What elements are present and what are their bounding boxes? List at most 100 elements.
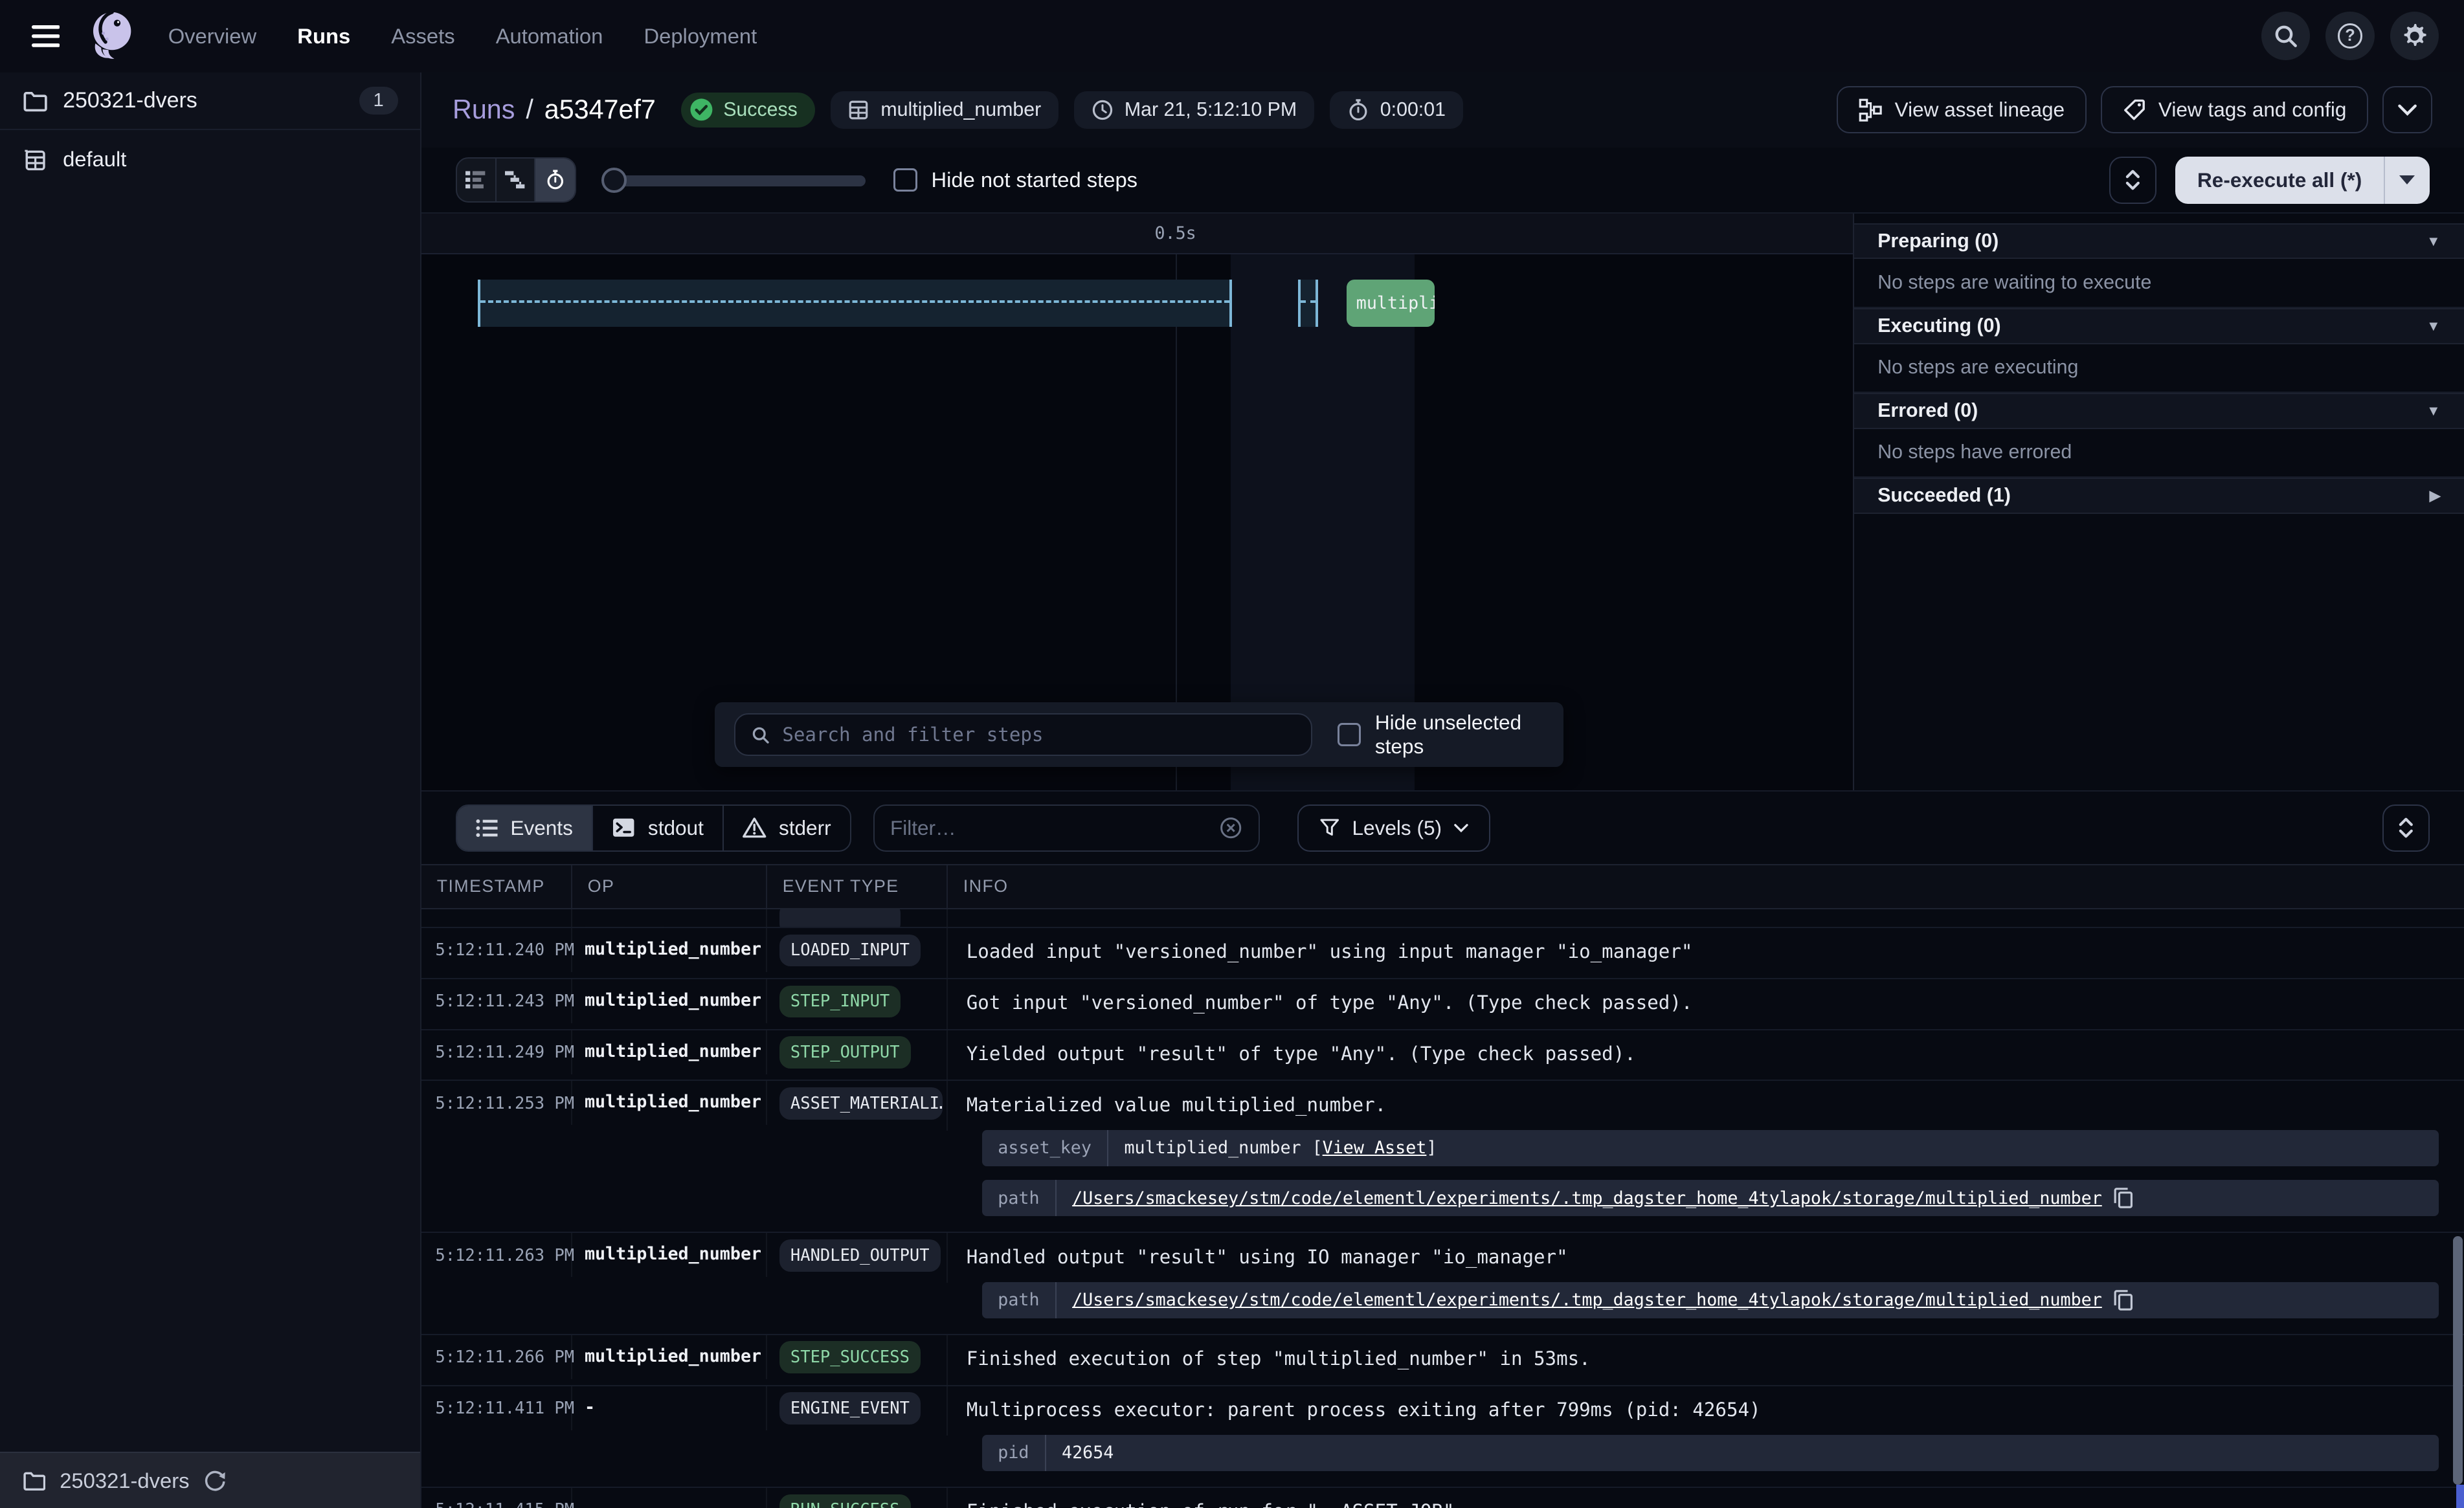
- tab-events[interactable]: Events: [457, 806, 593, 850]
- event-type-badge: STEP_SUCCESS: [779, 1341, 921, 1373]
- status-section-header[interactable]: Preparing (0)▼: [1854, 223, 2464, 260]
- log-row[interactable]: 5:12:11.240 PMmultiplied_numberLOADED_IN…: [421, 928, 2464, 979]
- event-timestamp: 5:12:11.415 PM: [421, 1488, 572, 1508]
- flat-view-icon[interactable]: [457, 159, 497, 201]
- sidebar-footer-reload[interactable]: 250321-dvers: [0, 1452, 420, 1508]
- status-section-message: No steps are waiting to execute: [1854, 259, 2464, 307]
- asset-table-icon: [847, 99, 869, 121]
- event-type-badge: ASSET_MATERIALI…: [779, 1087, 943, 1119]
- tab-stdout[interactable]: stdout: [593, 806, 724, 850]
- view-asset-lineage-button[interactable]: View asset lineage: [1837, 86, 2086, 133]
- expand-gantt-button[interactable]: [2109, 157, 2156, 204]
- event-op: multiplied_number: [572, 979, 767, 1023]
- nav-item-runs[interactable]: Runs: [297, 24, 350, 49]
- status-section-header[interactable]: Executing (0)▼: [1854, 308, 2464, 344]
- log-rows: 5:12:11.240 PMmultiplied_numberLOADED_IN…: [421, 909, 2464, 1508]
- event-metadata-path: path/Users/smackesey/stm/code/elementl/e…: [982, 1180, 2439, 1216]
- gear-icon[interactable]: [2390, 12, 2439, 60]
- breadcrumb-runs-link[interactable]: Runs: [453, 94, 515, 125]
- log-row[interactable]: 5:12:11.266 PMmultiplied_numberSTEP_SUCC…: [421, 1335, 2464, 1386]
- gantt-zoom-slider[interactable]: [605, 166, 866, 194]
- run-id: a5347ef7: [544, 94, 656, 125]
- waterfall-view-icon[interactable]: [497, 159, 536, 201]
- caret-down-icon: ▼: [2426, 233, 2441, 250]
- event-metadata-asset_key: asset_keymultiplied_number[View Asset]: [982, 1130, 2439, 1166]
- clear-filter-icon[interactable]: [1219, 816, 1242, 839]
- nav-item-deployment[interactable]: Deployment: [644, 24, 757, 49]
- event-info: Loaded input "versioned_number" using in…: [948, 928, 2464, 973]
- event-message: Materialized value multiplied_number.: [967, 1094, 2442, 1116]
- levels-dropdown[interactable]: Levels (5): [1297, 804, 1490, 852]
- menu-icon[interactable]: [25, 16, 66, 56]
- chevron-down-icon: [1454, 823, 1468, 833]
- refresh-icon[interactable]: [203, 1469, 227, 1492]
- log-row[interactable]: 5:12:11.253 PMmultiplied_numberASSET_MAT…: [421, 1081, 2464, 1233]
- reexecute-all-button[interactable]: Re-execute all (*): [2175, 157, 2384, 204]
- log-row[interactable]: 5:12:11.249 PMmultiplied_numberSTEP_OUTP…: [421, 1030, 2464, 1081]
- step-search-field[interactable]: [734, 713, 1312, 756]
- event-timestamp: 5:12:11.240 PM: [421, 928, 572, 972]
- hide-unselected-checkbox[interactable]: Hide unselected steps: [1338, 711, 1545, 759]
- dagster-logo-icon[interactable]: [82, 7, 140, 65]
- log-row[interactable]: 5:12:11.415 PM-RUN_SUCCESSFinished execu…: [421, 1488, 2464, 1508]
- expand-logs-button[interactable]: [2382, 804, 2430, 852]
- caret-down-icon: ▼: [2426, 318, 2441, 335]
- run-actions-menu-button[interactable]: [2382, 86, 2433, 133]
- event-op: multiplied_number: [572, 1081, 767, 1125]
- step-search-input[interactable]: [782, 724, 1295, 746]
- status-section-header[interactable]: Errored (0)▼: [1854, 393, 2464, 429]
- col-op: OP: [572, 865, 767, 908]
- reexecute-menu-button[interactable]: [2384, 157, 2429, 204]
- path-link[interactable]: /Users/smackesey/stm/code/elementl/exper…: [1072, 1188, 2102, 1208]
- gantt-toolbar: Hide not started steps Re-execute all (*…: [421, 148, 2464, 214]
- nav-item-overview[interactable]: Overview: [168, 24, 257, 49]
- log-tabs: Eventsstdoutstderr: [456, 804, 851, 852]
- funnel-icon: [1319, 817, 1340, 838]
- asset-tag-chip[interactable]: multiplied_number: [831, 91, 1058, 129]
- event-timestamp: 5:12:11.249 PM: [421, 1030, 572, 1074]
- breadcrumb: Runs / a5347ef7: [453, 94, 656, 125]
- help-icon[interactable]: ?: [2325, 12, 2374, 60]
- status-section-header[interactable]: Succeeded (1)▶: [1854, 478, 2464, 514]
- view-tags-and-config-button[interactable]: View tags and config: [2101, 86, 2368, 133]
- asset-group-icon: [22, 147, 47, 172]
- folder-icon: [22, 88, 47, 113]
- nav-item-automation[interactable]: Automation: [496, 24, 603, 49]
- path-link[interactable]: /Users/smackesey/stm/code/elementl/exper…: [1072, 1290, 2102, 1310]
- log-row[interactable]: 5:12:11.411 PM-ENGINE_EVENTMultiprocess …: [421, 1386, 2464, 1488]
- copy-icon[interactable]: [2113, 1187, 2134, 1209]
- sidebar-item-repo[interactable]: 250321-dvers 1: [0, 72, 420, 131]
- log-table-header: TIMESTAMP OP EVENT TYPE INFO: [421, 865, 2464, 909]
- sidebar-item-asset-group[interactable]: default: [0, 130, 420, 188]
- view-asset-link[interactable]: View Asset: [1323, 1138, 1427, 1158]
- col-info: INFO: [948, 865, 2464, 908]
- copy-icon[interactable]: [2113, 1289, 2134, 1311]
- log-row[interactable]: 5:12:11.243 PMmultiplied_numberSTEP_INPU…: [421, 979, 2464, 1030]
- topnav-links: Overview Runs Assets Automation Deployment: [168, 24, 798, 49]
- event-type-badge: ENGINE_EVENT: [779, 1392, 921, 1424]
- search-icon: [751, 726, 770, 744]
- start-time-chip: Mar 21, 5:12:10 PM: [1074, 91, 1314, 129]
- event-info: Got input "versioned_number" of type "An…: [948, 979, 2464, 1025]
- topnav-actions: ?: [2261, 12, 2439, 60]
- log-filter-field[interactable]: [873, 804, 1260, 852]
- gantt-step-box[interactable]: multipli…: [1347, 280, 1435, 327]
- event-op: -: [572, 1386, 767, 1430]
- log-filter-input[interactable]: [890, 816, 1207, 840]
- col-timestamp: TIMESTAMP: [421, 865, 572, 908]
- log-row[interactable]: 5:12:11.263 PMmultiplied_numberHANDLED_O…: [421, 1233, 2464, 1335]
- hide-not-started-checkbox[interactable]: Hide not started steps: [893, 168, 1137, 192]
- nav-item-assets[interactable]: Assets: [391, 24, 454, 49]
- event-info: Finished execution of step "multiplied_n…: [948, 1335, 2464, 1380]
- event-type-badge: HANDLED_OUTPUT: [779, 1239, 941, 1271]
- slider-knob[interactable]: [601, 168, 627, 193]
- waterfall-bar-segment: [1298, 280, 1319, 327]
- event-timestamp: 5:12:11.243 PM: [421, 979, 572, 1023]
- scrollbar-thumb[interactable]: [2453, 1236, 2463, 1485]
- top-nav: Overview Runs Assets Automation Deployment ?: [0, 0, 2464, 72]
- event-op: multiplied_number: [572, 928, 767, 972]
- tab-stderr[interactable]: stderr: [724, 806, 850, 850]
- search-icon[interactable]: [2261, 12, 2310, 60]
- footer-repo-label: 250321-dvers: [60, 1469, 189, 1493]
- duration-view-icon[interactable]: [535, 159, 575, 201]
